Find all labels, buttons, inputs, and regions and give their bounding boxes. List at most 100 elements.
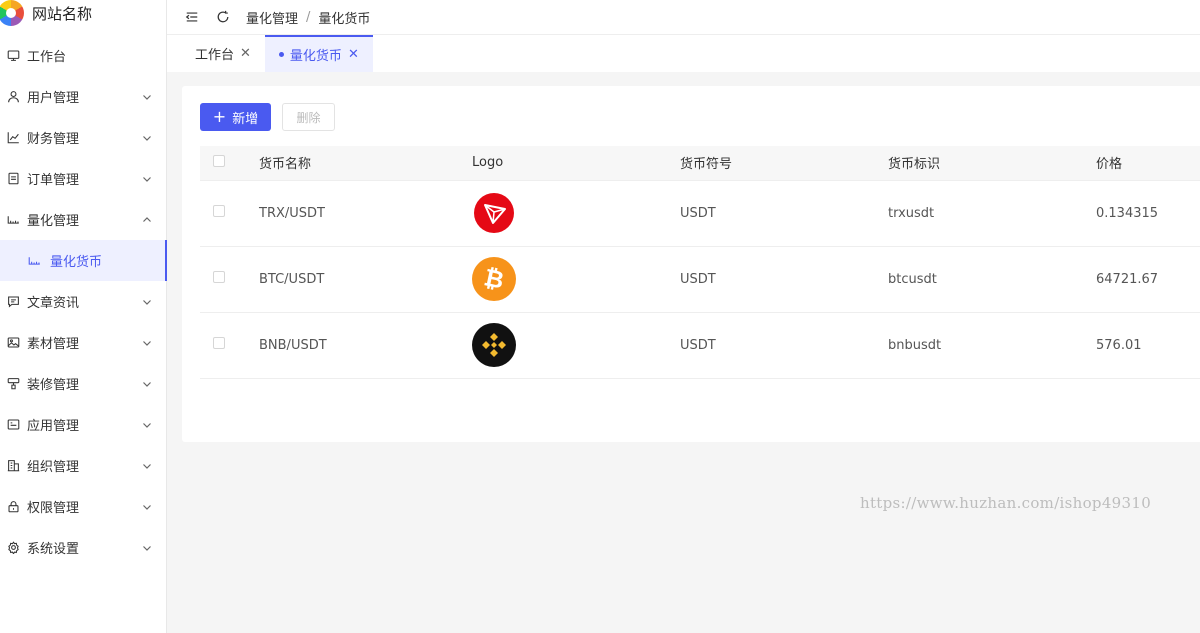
cell-price: 576.01 bbox=[1096, 312, 1200, 379]
close-icon[interactable]: ✕ bbox=[240, 46, 251, 61]
sidebar-item-label: 用户管理 bbox=[27, 91, 80, 106]
brand[interactable]: 网站名称 bbox=[0, 0, 166, 26]
sidebar-item-users[interactable]: 用户管理 bbox=[0, 76, 166, 117]
sidebar-item-label: 装修管理 bbox=[27, 378, 80, 393]
sidebar-item-finance[interactable]: 财务管理 bbox=[0, 117, 166, 158]
sidebar-item-apps[interactable]: 应用管理 bbox=[0, 404, 166, 445]
sidebar-item-articles[interactable]: 文章资讯 bbox=[0, 281, 166, 322]
gear-icon bbox=[6, 541, 20, 555]
column-header-tag: 货币标识 bbox=[888, 146, 1096, 181]
sidebar-item-decoration[interactable]: 装修管理 bbox=[0, 363, 166, 404]
bitcoin-logo-icon: ₿ bbox=[472, 257, 516, 301]
cell-symbol: USDT bbox=[680, 180, 888, 247]
sidebar-subitem-label: 量化货币 bbox=[50, 255, 103, 270]
menu-fold-icon[interactable] bbox=[184, 9, 200, 25]
cell-price: 64721.67 bbox=[1096, 246, 1200, 313]
row-checkbox[interactable] bbox=[213, 271, 225, 283]
lock-icon bbox=[6, 500, 20, 514]
top-bar: 量化管理 / 量化货币 bbox=[167, 0, 1200, 35]
bnb-logo-icon bbox=[472, 323, 516, 367]
sidebar-item-settings[interactable]: 系统设置 bbox=[0, 527, 166, 568]
refresh-icon[interactable] bbox=[215, 9, 231, 25]
chevron-up-icon bbox=[142, 215, 152, 225]
sidebar-menu: 工作台 用户管理 财务管理 订单管理 量化管理 量化货币 文章资讯 素材管理 装… bbox=[0, 35, 167, 568]
cell-tag: bnbusdt bbox=[888, 312, 1096, 379]
table-row: BNB/USDT USDT bnbusdt 576.01 bbox=[200, 312, 1200, 379]
cell-name: BTC/USDT bbox=[259, 246, 472, 313]
sidebar-item-label: 组织管理 bbox=[27, 460, 80, 475]
select-all-checkbox[interactable] bbox=[213, 154, 225, 167]
chevron-down-icon bbox=[142, 133, 152, 143]
breadcrumb-separator: / bbox=[306, 9, 311, 25]
column-header-symbol: 货币符号 bbox=[680, 146, 888, 181]
row-check-cell bbox=[200, 312, 259, 379]
chevron-down-icon bbox=[142, 502, 152, 512]
monitor-icon bbox=[6, 49, 20, 63]
toolbar: + 新增 删除 bbox=[200, 103, 335, 131]
sidebar-item-label: 订单管理 bbox=[27, 173, 80, 188]
quant-icon bbox=[28, 254, 42, 268]
add-button[interactable]: + 新增 bbox=[200, 103, 271, 131]
sidebar-item-permissions[interactable]: 权限管理 bbox=[0, 486, 166, 527]
chevron-down-icon bbox=[142, 420, 152, 430]
chevron-down-icon bbox=[142, 174, 152, 184]
document-icon bbox=[6, 172, 20, 186]
sidebar-item-quant[interactable]: 量化管理 bbox=[0, 199, 166, 240]
sidebar-item-label: 财务管理 bbox=[27, 132, 80, 147]
brush-icon bbox=[6, 377, 20, 391]
table-row: TRX/USDT USDT trxusdt 0.134315 bbox=[200, 180, 1200, 247]
breadcrumb-item[interactable]: 量化管理 bbox=[246, 8, 298, 27]
row-check-cell bbox=[200, 246, 259, 313]
active-dot bbox=[278, 52, 284, 57]
table-row: BTC/USDT ₿ USDT btcusdt 64721.67 bbox=[200, 246, 1200, 313]
tab-label: 量化货币 bbox=[289, 49, 342, 64]
cell-name: BNB/USDT bbox=[259, 312, 472, 379]
sidebar-item-label: 应用管理 bbox=[27, 419, 80, 434]
cell-symbol: USDT bbox=[680, 312, 888, 379]
sidebar-subitem-quant-currency[interactable]: 量化货币 bbox=[0, 240, 167, 281]
close-icon[interactable]: ✕ bbox=[348, 47, 359, 62]
row-checkbox[interactable] bbox=[213, 205, 225, 217]
chevron-down-icon bbox=[142, 92, 152, 102]
sidebar-item-materials[interactable]: 素材管理 bbox=[0, 322, 166, 363]
breadcrumb: 量化管理 / 量化货币 bbox=[246, 8, 370, 27]
cell-tag: btcusdt bbox=[888, 246, 1096, 313]
sidebar-item-label: 素材管理 bbox=[27, 337, 80, 352]
delete-button[interactable]: 删除 bbox=[282, 103, 335, 131]
image-icon bbox=[6, 336, 20, 350]
cell-logo bbox=[472, 312, 680, 379]
sidebar-item-workbench[interactable]: 工作台 bbox=[0, 35, 166, 76]
currency-table: 货币名称 Logo 货币符号 货币标识 价格 TRX/USDT USDT trx… bbox=[200, 146, 1200, 379]
chevron-down-icon bbox=[142, 543, 152, 553]
chevron-down-icon bbox=[142, 379, 152, 389]
site-logo bbox=[0, 0, 24, 26]
row-check-cell bbox=[200, 180, 259, 247]
sidebar-item-organization[interactable]: 组织管理 bbox=[0, 445, 166, 486]
sidebar-item-label: 工作台 bbox=[27, 50, 67, 65]
watermark: https://www.huzhan.com/ishop49310 bbox=[860, 494, 1152, 512]
content-card: + 新增 删除 货币名称 Logo 货币符号 货币标识 价格 TRX/USDT bbox=[182, 86, 1200, 442]
sidebar-item-label: 文章资讯 bbox=[27, 296, 80, 311]
plus-icon: + bbox=[212, 107, 227, 126]
chart-icon bbox=[6, 131, 20, 145]
add-button-label: 新增 bbox=[232, 111, 259, 127]
table-header-row: 货币名称 Logo 货币符号 货币标识 价格 bbox=[200, 146, 1200, 181]
chevron-down-icon bbox=[142, 338, 152, 348]
quant-icon bbox=[6, 213, 20, 227]
row-checkbox[interactable] bbox=[213, 337, 225, 349]
cell-logo bbox=[472, 180, 680, 247]
tron-logo-icon bbox=[472, 191, 516, 235]
site-name: 网站名称 bbox=[32, 4, 93, 23]
sidebar-item-orders[interactable]: 订单管理 bbox=[0, 158, 166, 199]
column-header-name: 货币名称 bbox=[259, 146, 472, 181]
cell-tag: trxusdt bbox=[888, 180, 1096, 247]
sidebar: 网站名称 工作台 用户管理 财务管理 订单管理 量化管理 量化货币 文章资讯 素… bbox=[0, 0, 167, 633]
tab-quant-currency[interactable]: 量化货币 ✕ bbox=[264, 35, 373, 72]
tab-label: 工作台 bbox=[195, 48, 235, 63]
chevron-down-icon bbox=[142, 297, 152, 307]
tab-workbench[interactable]: 工作台 ✕ bbox=[181, 35, 265, 72]
cell-symbol: USDT bbox=[680, 246, 888, 313]
sidebar-item-label: 权限管理 bbox=[27, 501, 80, 516]
sidebar-item-label: 系统设置 bbox=[27, 542, 80, 557]
sidebar-item-label: 量化管理 bbox=[27, 214, 80, 229]
